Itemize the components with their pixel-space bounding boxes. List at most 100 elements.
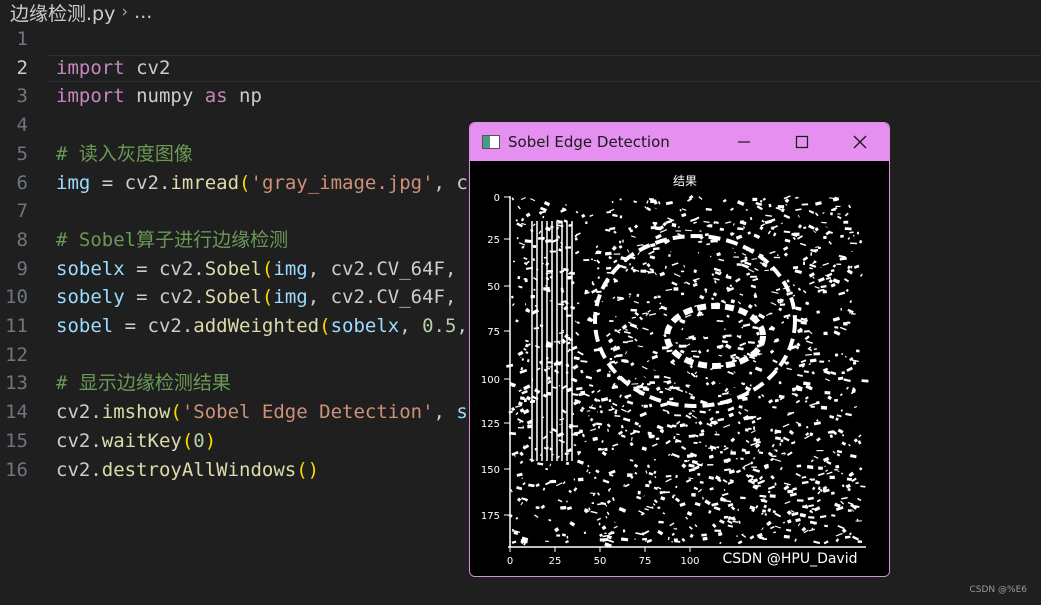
code-token: ( [170, 401, 182, 424]
code-token: ( [261, 286, 274, 309]
breadcrumb: 边缘检测.py › ... [0, 0, 1041, 26]
code-text: img = cv2.imread('gray_image.jpg', c [56, 169, 468, 197]
code-token: as [204, 85, 228, 108]
code-token: ( [319, 315, 331, 337]
y-tick-label: 100 [481, 375, 500, 386]
code-token: = cv2. [113, 315, 194, 337]
y-tick-labels: 0 25 50 75 100 125 150 175 [481, 193, 510, 522]
code-token: addWeighted [193, 315, 320, 337]
y-tick-label: 0 [494, 193, 500, 204]
code-token: () [296, 458, 320, 481]
code-text: sobelx = cv2.Sobel(img, cv2.CV_64F, [56, 255, 456, 283]
y-tick-label: 50 [487, 282, 500, 293]
code-token: waitKey [101, 429, 182, 452]
line-number: 9 [16, 257, 28, 280]
code-token: 0 [193, 429, 205, 452]
code-token: imread [170, 171, 240, 194]
code-text: cv2.imshow('Sobel Edge Detection', s [56, 398, 468, 426]
line-number: 6 [16, 171, 28, 194]
line-number: 5 [16, 142, 28, 165]
close-button[interactable] [831, 123, 889, 161]
code-token: ( [239, 171, 251, 194]
y-tick-label: 150 [481, 465, 500, 476]
x-tick-label: 25 [549, 556, 562, 567]
code-line[interactable]: 1 [0, 25, 1041, 53]
line-number: 8 [16, 228, 28, 251]
code-text: import cv2 [56, 54, 170, 82]
x-tick-label: 100 [680, 556, 699, 567]
window-titlebar[interactable]: Sobel Edge Detection [470, 123, 889, 161]
code-token: , [456, 315, 468, 337]
code-token: Sobel [204, 257, 262, 280]
page-watermark: CSDN @%E6 [969, 585, 1028, 595]
line-number: 7 [16, 200, 28, 223]
code-token: import [56, 85, 125, 108]
code-token: sobelx [56, 257, 125, 280]
code-token: ( [181, 429, 194, 452]
chevron-right-icon: › [121, 2, 129, 22]
y-tick-label: 25 [487, 235, 500, 246]
code-token: np [227, 85, 262, 108]
code-text: cv2.waitKey(0) [56, 427, 216, 455]
code-token: # 读入灰度图像 [56, 142, 193, 165]
current-line-highlight [48, 54, 1041, 82]
code-token: cv2. [56, 401, 102, 424]
opencv-window[interactable]: Sobel Edge Detection 结果 0 25 50 75 100 125 150… [469, 122, 890, 577]
code-text: cv2.destroyAllWindows() [56, 456, 319, 484]
plot-title: 结果 [673, 174, 697, 188]
maximize-button[interactable] [773, 123, 831, 161]
line-number: 15 [5, 429, 28, 452]
code-text: import numpy as np [56, 82, 262, 110]
y-tick-label: 75 [487, 327, 500, 338]
code-token: cv2 [124, 56, 171, 79]
code-text: # 显示边缘检测结果 [56, 369, 231, 397]
edge-image: 结果 0 25 50 75 100 125 150 175 0 25 50 75 100 CSDN @… [481, 174, 869, 567]
overlay-watermark: CSDN @HPU_David [722, 551, 857, 567]
y-tick-label: 175 [481, 511, 500, 522]
code-token: sobel [56, 315, 114, 337]
x-tick-labels: 0 25 50 75 100 [507, 547, 700, 567]
code-token: , [433, 401, 457, 424]
code-token: = cv2. [90, 171, 171, 194]
code-token: = cv2. [124, 257, 205, 280]
code-line[interactable]: 3 import numpy as np [0, 82, 1041, 110]
breadcrumb-file[interactable]: 边缘检测.py [10, 0, 115, 26]
code-token: img [273, 257, 308, 280]
code-token: Sobel [204, 286, 262, 309]
line-number: 3 [16, 85, 28, 108]
code-text: # Sobel算子进行边缘检测 [56, 226, 288, 254]
code-token: sobelx [330, 315, 400, 337]
code-token: 'gray_image.jpg' [250, 171, 434, 194]
code-token: numpy [124, 85, 205, 108]
code-token: , c [433, 171, 468, 194]
code-line[interactable]: 2 import cv2 [0, 54, 1041, 82]
window-title: Sobel Edge Detection [508, 133, 670, 151]
code-token: , cv2.CV_64F, [307, 286, 457, 309]
code-token: img [56, 171, 91, 194]
minimize-icon [738, 141, 750, 143]
code-token: destroyAllWindows [101, 458, 297, 481]
code-token: , [399, 315, 423, 337]
line-number: 10 [5, 286, 28, 309]
minimize-button[interactable] [715, 123, 773, 161]
line-number: 13 [5, 372, 28, 395]
y-tick-label: 125 [481, 419, 500, 430]
app-icon [482, 135, 500, 149]
x-tick-label: 75 [639, 556, 652, 567]
maximize-icon [795, 135, 809, 149]
code-token: , cv2.CV_64F, [307, 257, 457, 280]
code-token: ( [261, 257, 274, 280]
code-token: ) [204, 429, 217, 452]
code-token: s [456, 401, 468, 424]
breadcrumb-more[interactable]: ... [134, 1, 152, 23]
line-number: 2 [16, 56, 28, 79]
code-token: sobely [56, 286, 125, 309]
line-number: 1 [16, 28, 28, 50]
code-token: import [56, 56, 125, 79]
close-icon [853, 135, 867, 149]
code-token: 'Sobel Edge Detection' [181, 401, 434, 424]
line-number: 4 [16, 114, 28, 137]
code-token: = cv2. [124, 286, 205, 309]
line-number: 11 [5, 315, 28, 337]
line-number: 14 [5, 401, 28, 424]
